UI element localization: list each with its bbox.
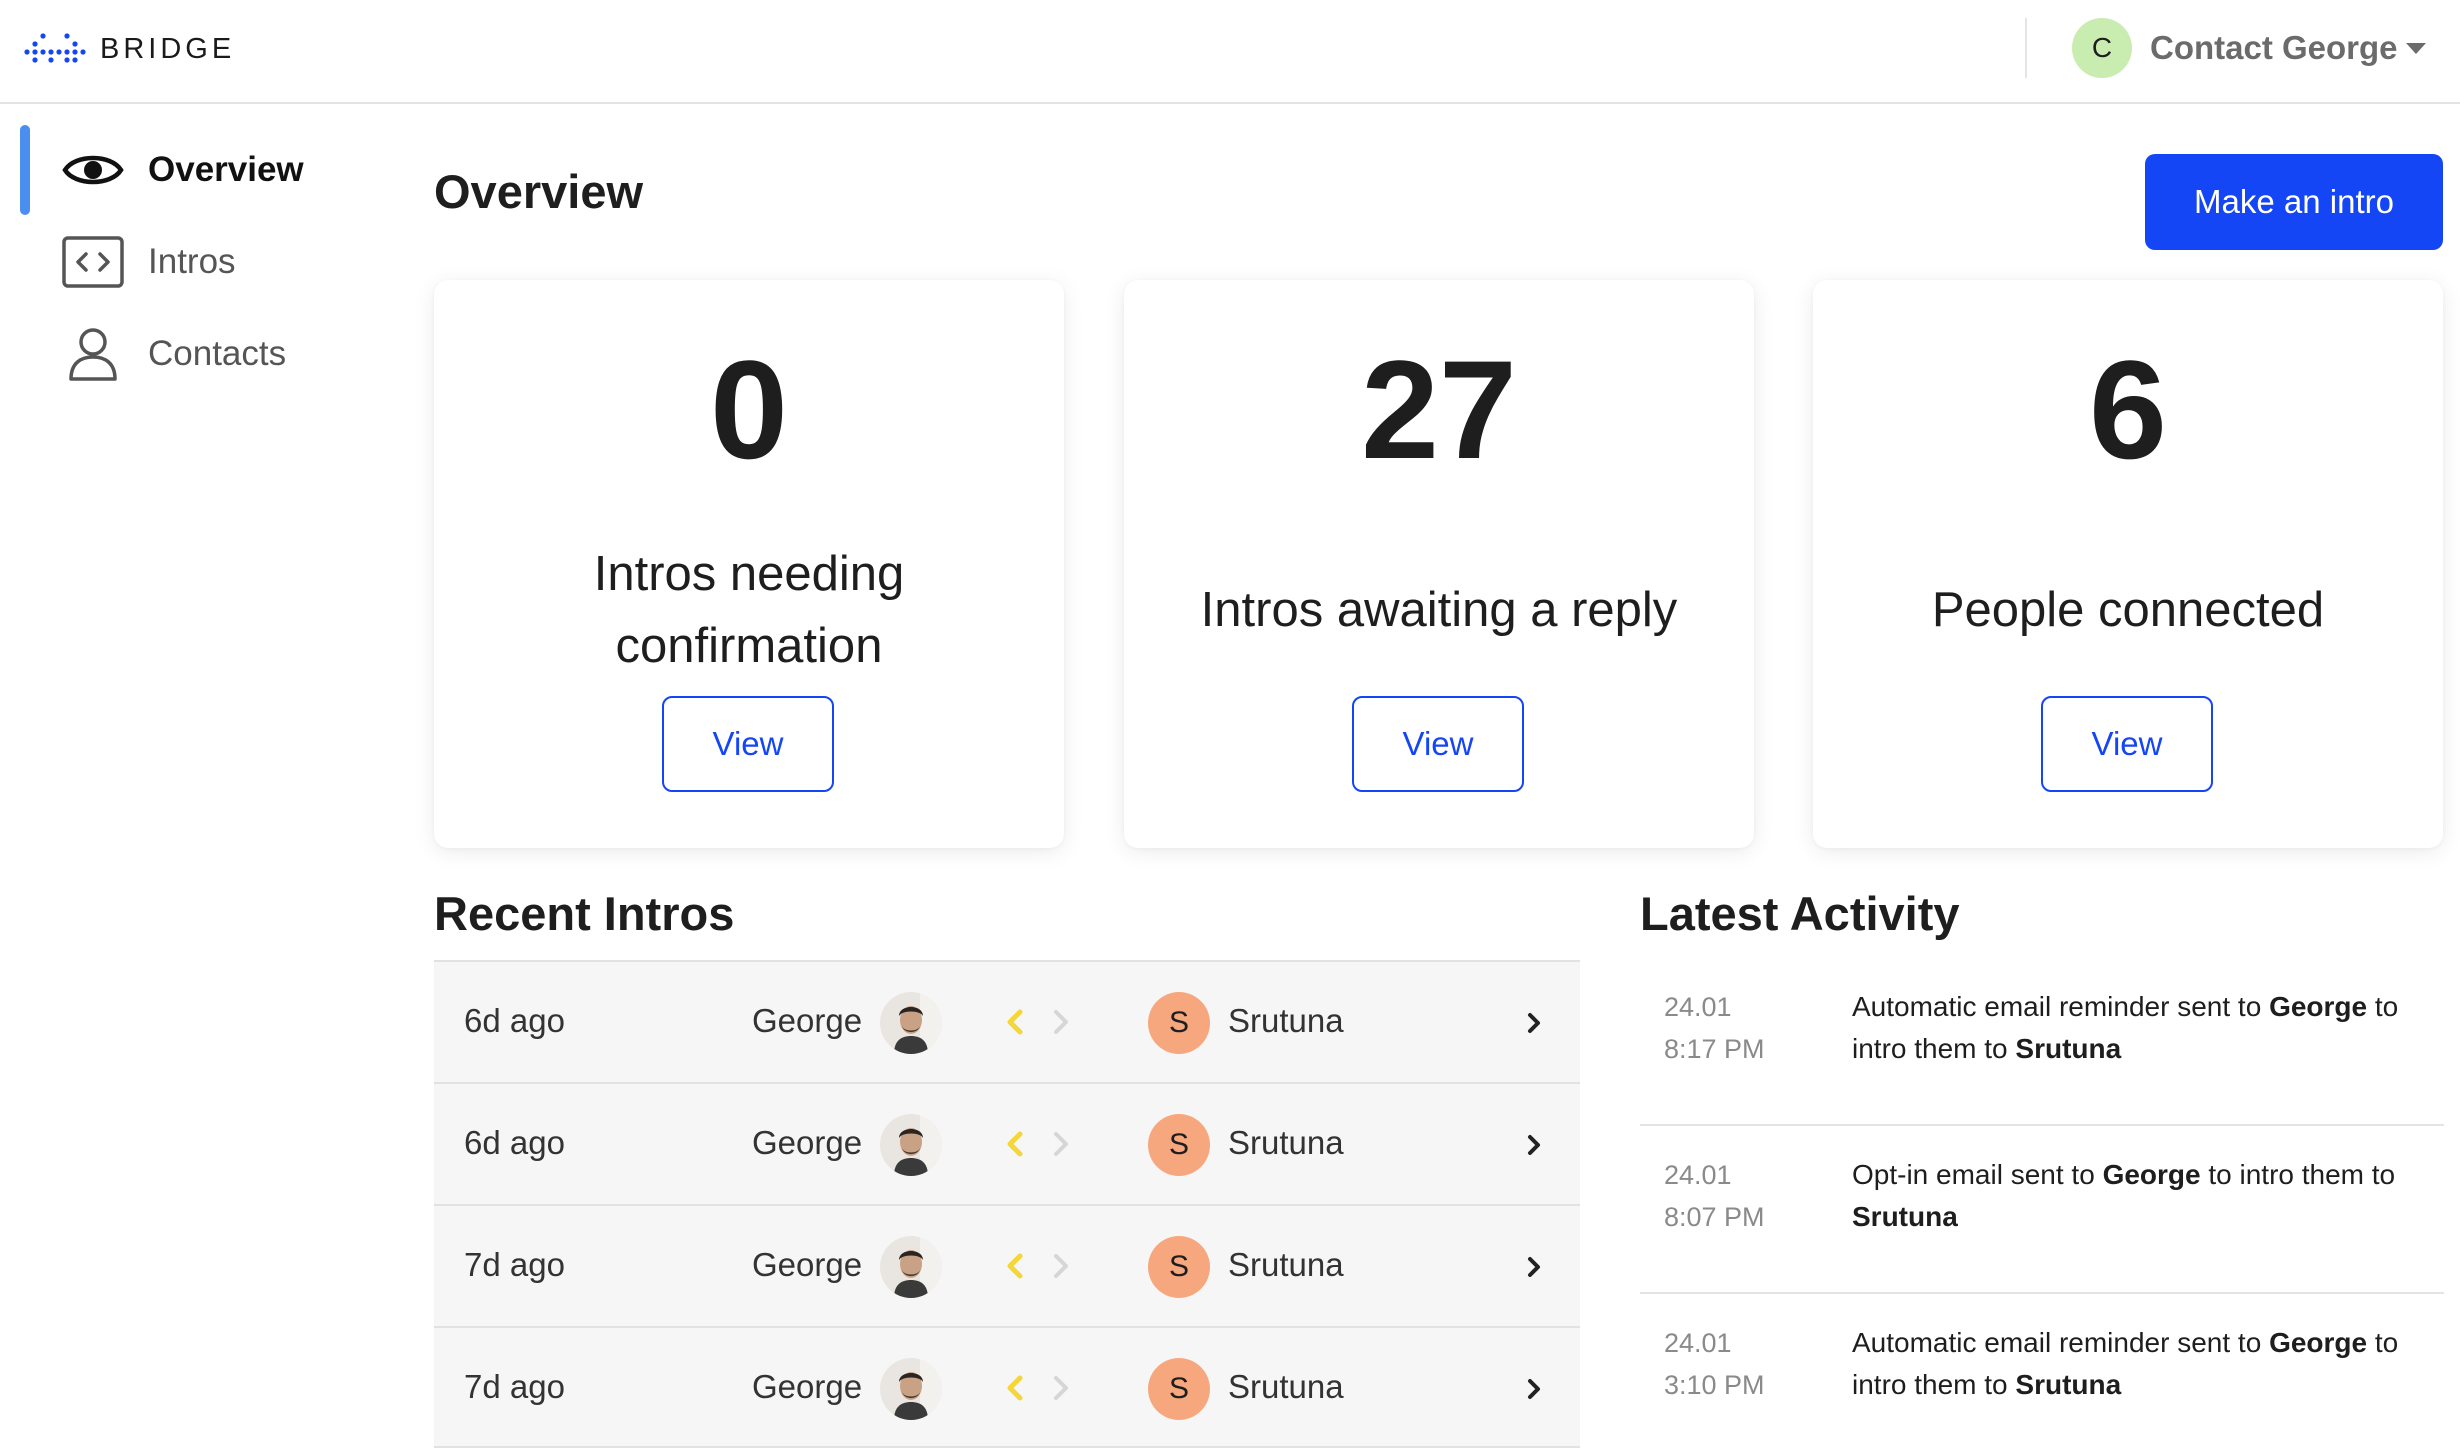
stat-card-people-connected: 6 People connected View: [1813, 280, 2443, 848]
intro-time: 6d ago: [464, 1124, 565, 1161]
intro-from-name: George: [752, 1246, 863, 1283]
code-brackets-icon: [60, 229, 126, 295]
activity-text: Opt-in email sent to George to intro the…: [1852, 1154, 2432, 1238]
caret-down-icon: [2405, 42, 2426, 54]
table-row[interactable]: 6d ago George S Srutuna: [434, 1082, 1580, 1204]
intro-time: 7d ago: [464, 1246, 565, 1283]
activity-timestamp: 24.01 8:07 PM: [1664, 1154, 1765, 1238]
contact-photo: [880, 1358, 942, 1420]
intro-from-name: George: [752, 1002, 863, 1039]
recent-intros-title: Recent Intros: [434, 887, 735, 940]
sidebar-item-label: Overview: [148, 150, 304, 189]
intro-to-name: Srutuna: [1228, 1246, 1344, 1283]
divider: [2025, 18, 2027, 78]
sidebar-item-overview[interactable]: Overview: [0, 130, 360, 210]
activity-time: 8:07 PM: [1664, 1202, 1765, 1232]
arrow-right-icon: [1046, 1370, 1076, 1406]
intro-time: 7d ago: [464, 1368, 565, 1405]
stat-value: 0: [710, 331, 788, 488]
stat-card-needing-confirmation: 0 Intros needing confirmation View: [434, 280, 1064, 848]
view-button[interactable]: View: [662, 696, 834, 792]
sidebar-item-contacts[interactable]: Contacts: [0, 314, 360, 394]
activity-text: Automatic email reminder sent to George …: [1852, 1322, 2432, 1406]
chevron-right-icon[interactable]: [1522, 1252, 1546, 1282]
logo[interactable]: BRIDGE: [24, 32, 235, 66]
activity-text-part: Automatic email reminder sent to: [1852, 1327, 2270, 1358]
table-row[interactable]: 6d ago George S Srutuna: [434, 960, 1580, 1082]
arrow-right-icon: [1046, 1004, 1076, 1040]
arrow-left-icon: [1000, 1248, 1030, 1284]
activity-text-part: Opt-in email sent to: [1852, 1159, 2103, 1190]
contact-photo: [880, 1114, 942, 1176]
activity-date: 24.01: [1664, 1328, 1732, 1358]
stat-card-awaiting-reply: 27 Intros awaiting a reply View: [1124, 280, 1754, 848]
stat-label: Intros needing confirmation: [593, 547, 905, 673]
chevron-right-icon[interactable]: [1522, 1374, 1546, 1404]
contact-photo: [880, 1236, 942, 1298]
make-intro-button[interactable]: Make an intro: [2145, 154, 2443, 250]
avatar: C: [2072, 18, 2132, 78]
contact-photo: [880, 992, 942, 1054]
activity-person: George: [2102, 1159, 2201, 1190]
avatar: S: [1148, 1358, 1210, 1420]
chevron-right-icon[interactable]: [1522, 1130, 1546, 1160]
activity-person: Srutuna: [2015, 1033, 2122, 1064]
stat-label: Intros awaiting a reply: [1200, 583, 1678, 637]
activity-date: 24.01: [1664, 1160, 1732, 1190]
arrow-left-icon: [1000, 1004, 1030, 1040]
top-bar: BRIDGE C Contact George: [0, 0, 2460, 104]
activity-time: 3:10 PM: [1664, 1370, 1765, 1400]
intro-to-name: Srutuna: [1228, 1368, 1344, 1405]
logo-text: BRIDGE: [100, 32, 236, 65]
sidebar-item-label: Intros: [148, 242, 236, 281]
page-title: Overview: [434, 165, 644, 218]
activity-timestamp: 24.01 3:10 PM: [1664, 1322, 1765, 1406]
activity-person: George: [2269, 1327, 2368, 1358]
table-row[interactable]: 7d ago George S Srutuna: [434, 1204, 1580, 1326]
intro-to-name: Srutuna: [1228, 1124, 1344, 1161]
account-menu[interactable]: C Contact George: [2072, 18, 2426, 78]
arrow-left-icon: [1000, 1370, 1030, 1406]
list-item: 24.01 8:07 PM Opt-in email sent to George …: [1640, 1128, 2444, 1294]
table-row[interactable]: 7d ago George S Srutuna: [434, 1326, 1580, 1448]
activity-person: George: [2269, 991, 2368, 1022]
activity-text-part: Automatic email reminder sent to: [1852, 991, 2270, 1022]
avatar: S: [1148, 1114, 1210, 1176]
activity-time: 8:17 PM: [1664, 1034, 1765, 1064]
view-button[interactable]: View: [2041, 696, 2213, 792]
avatar: S: [1148, 992, 1210, 1054]
list-item: 24.01 3:10 PM Automatic email reminder sen…: [1640, 1296, 2444, 1452]
arrow-right-icon: [1046, 1126, 1076, 1162]
activity-person: Srutuna: [2015, 1369, 2122, 1400]
eye-icon: [60, 137, 126, 203]
arrow-left-icon: [1000, 1126, 1030, 1162]
person-icon: [60, 321, 126, 387]
stat-value: 27: [1361, 331, 1517, 488]
intro-from-name: George: [752, 1368, 863, 1405]
sidebar-item-label: Contacts: [148, 334, 287, 373]
arrow-right-icon: [1046, 1248, 1076, 1284]
activity-person: Srutuna: [1852, 1201, 1958, 1232]
latest-activity-title: Latest Activity: [1640, 887, 1960, 940]
intro-time: 6d ago: [464, 1002, 565, 1039]
list-item: 24.01 8:17 PM Automatic email reminder sen…: [1640, 960, 2444, 1126]
sidebar: Overview Intros Contacts: [0, 104, 380, 1452]
intro-from-name: George: [752, 1124, 863, 1161]
account-name: Contact George: [2150, 29, 2398, 66]
avatar: S: [1148, 1236, 1210, 1298]
activity-text: Automatic email reminder sent to George …: [1852, 986, 2432, 1070]
activity-date: 24.01: [1664, 992, 1732, 1022]
sidebar-item-intros[interactable]: Intros: [0, 222, 360, 302]
activity-timestamp: 24.01 8:17 PM: [1664, 986, 1765, 1070]
activity-text-part: to intro them to: [2200, 1159, 2396, 1190]
intro-to-name: Srutuna: [1228, 1002, 1344, 1039]
bridge-logo-icon: [24, 33, 86, 63]
view-button[interactable]: View: [1352, 696, 1524, 792]
stat-label: People connected: [1931, 583, 2325, 637]
chevron-right-icon[interactable]: [1522, 1008, 1546, 1038]
stat-value: 6: [2089, 331, 2167, 488]
